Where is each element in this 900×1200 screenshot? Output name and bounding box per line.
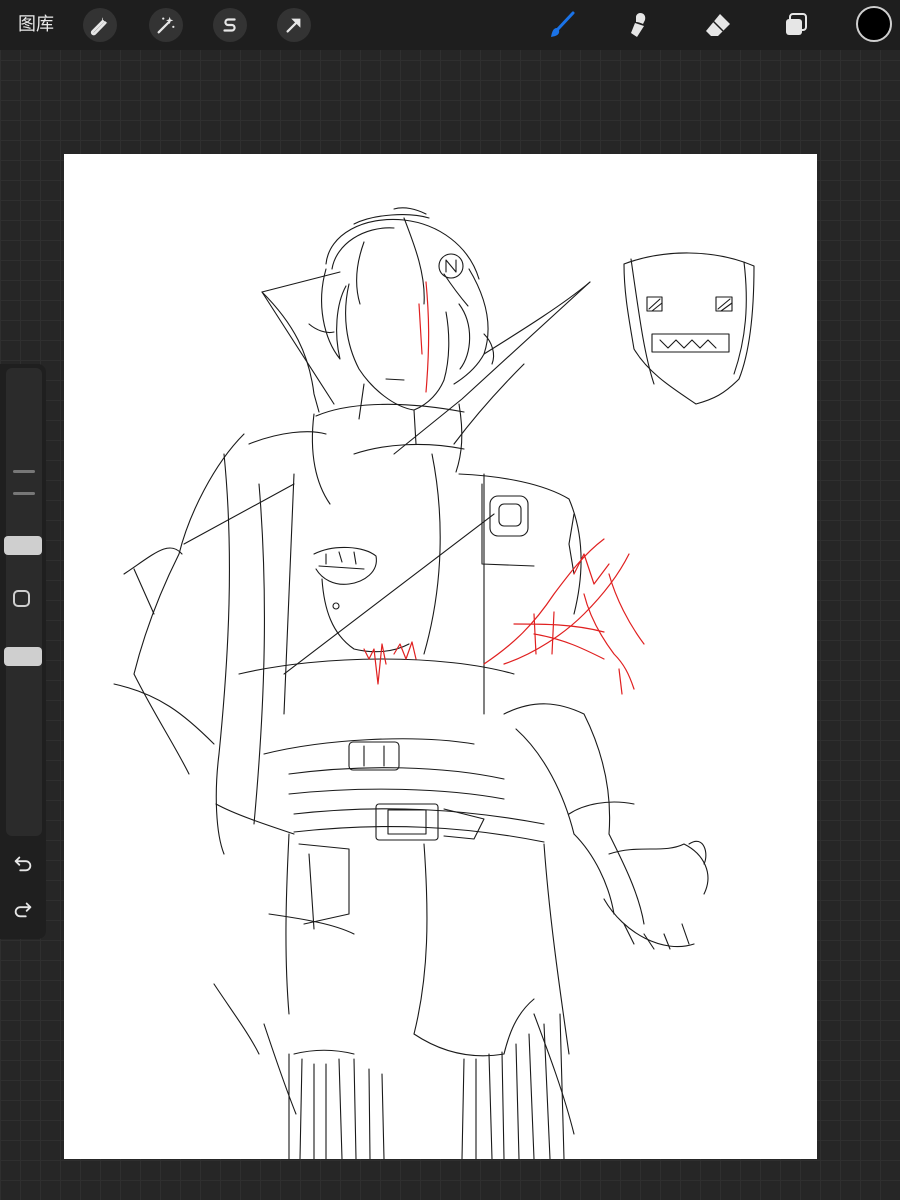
opacity-slider[interactable] [4, 647, 42, 666]
actions-button[interactable] [83, 8, 117, 42]
undo-button[interactable] [9, 849, 37, 877]
eraser-button[interactable] [700, 7, 736, 43]
brush-icon [551, 11, 575, 37]
sidebar [0, 364, 46, 939]
undo-icon [14, 856, 32, 872]
arrow-cursor-icon [286, 18, 301, 33]
size-tick [13, 492, 35, 495]
redo-icon [14, 902, 32, 918]
modify-button[interactable] [13, 590, 30, 607]
selection-button[interactable] [213, 8, 247, 42]
smudge-button[interactable] [622, 7, 658, 43]
brush-button[interactable] [544, 7, 580, 43]
smudge-icon [631, 13, 646, 37]
top-toolbar: 图库 [0, 0, 900, 50]
transform-button[interactable] [277, 8, 311, 42]
layers-icon [786, 13, 807, 35]
size-tick [13, 470, 35, 473]
adjustments-button[interactable] [149, 8, 183, 42]
character-sketch [113, 207, 755, 1160]
magic-wand-icon [157, 16, 175, 34]
drawing-canvas[interactable] [64, 154, 817, 1160]
selection-s-icon [223, 18, 236, 32]
color-picker-button[interactable] [856, 6, 892, 42]
redo-button[interactable] [9, 895, 37, 923]
brush-size-slider[interactable] [4, 536, 42, 555]
gallery-button[interactable]: 图库 [18, 12, 54, 38]
eraser-icon [706, 14, 730, 36]
wrench-icon [90, 17, 108, 36]
layers-button[interactable] [778, 7, 814, 43]
